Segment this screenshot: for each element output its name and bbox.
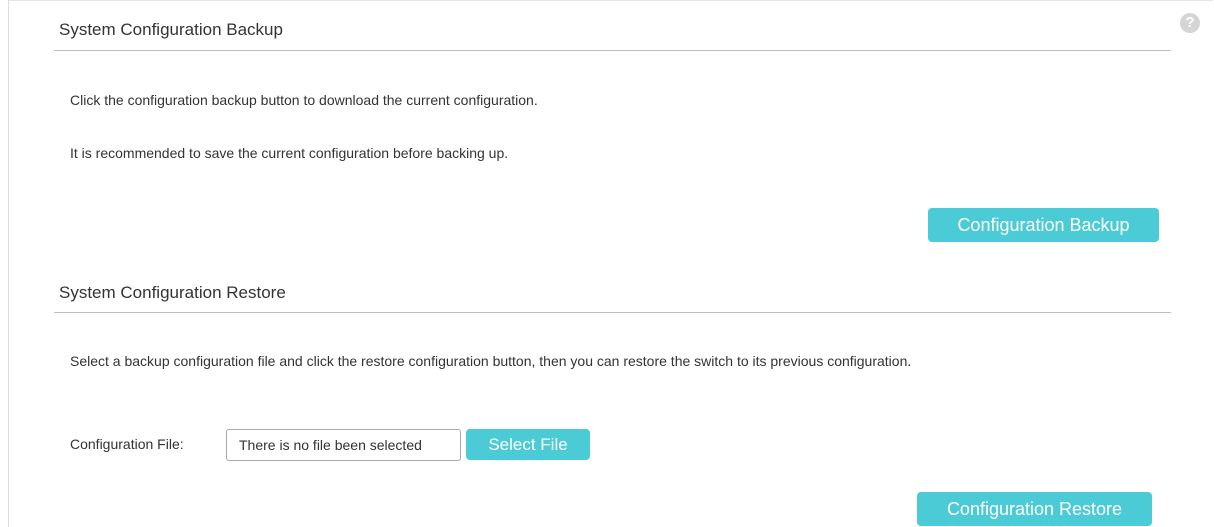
- backup-description-line2: It is recommended to save the current co…: [70, 145, 509, 161]
- content-panel: [8, 0, 1213, 527]
- select-file-button[interactable]: Select File: [466, 429, 590, 460]
- backup-divider: [54, 50, 1171, 51]
- configuration-file-label: Configuration File:: [70, 436, 184, 452]
- configuration-file-input[interactable]: [226, 429, 461, 461]
- configuration-restore-button[interactable]: Configuration Restore: [917, 492, 1152, 526]
- help-icon[interactable]: ?: [1180, 13, 1200, 33]
- backup-description-line1: Click the configuration backup button to…: [70, 92, 538, 108]
- restore-section-title: System Configuration Restore: [59, 283, 286, 302]
- restore-description: Select a backup configuration file and c…: [70, 353, 912, 369]
- restore-divider: [54, 312, 1171, 313]
- backup-section-title: System Configuration Backup: [59, 20, 283, 39]
- configuration-backup-button[interactable]: Configuration Backup: [928, 208, 1159, 242]
